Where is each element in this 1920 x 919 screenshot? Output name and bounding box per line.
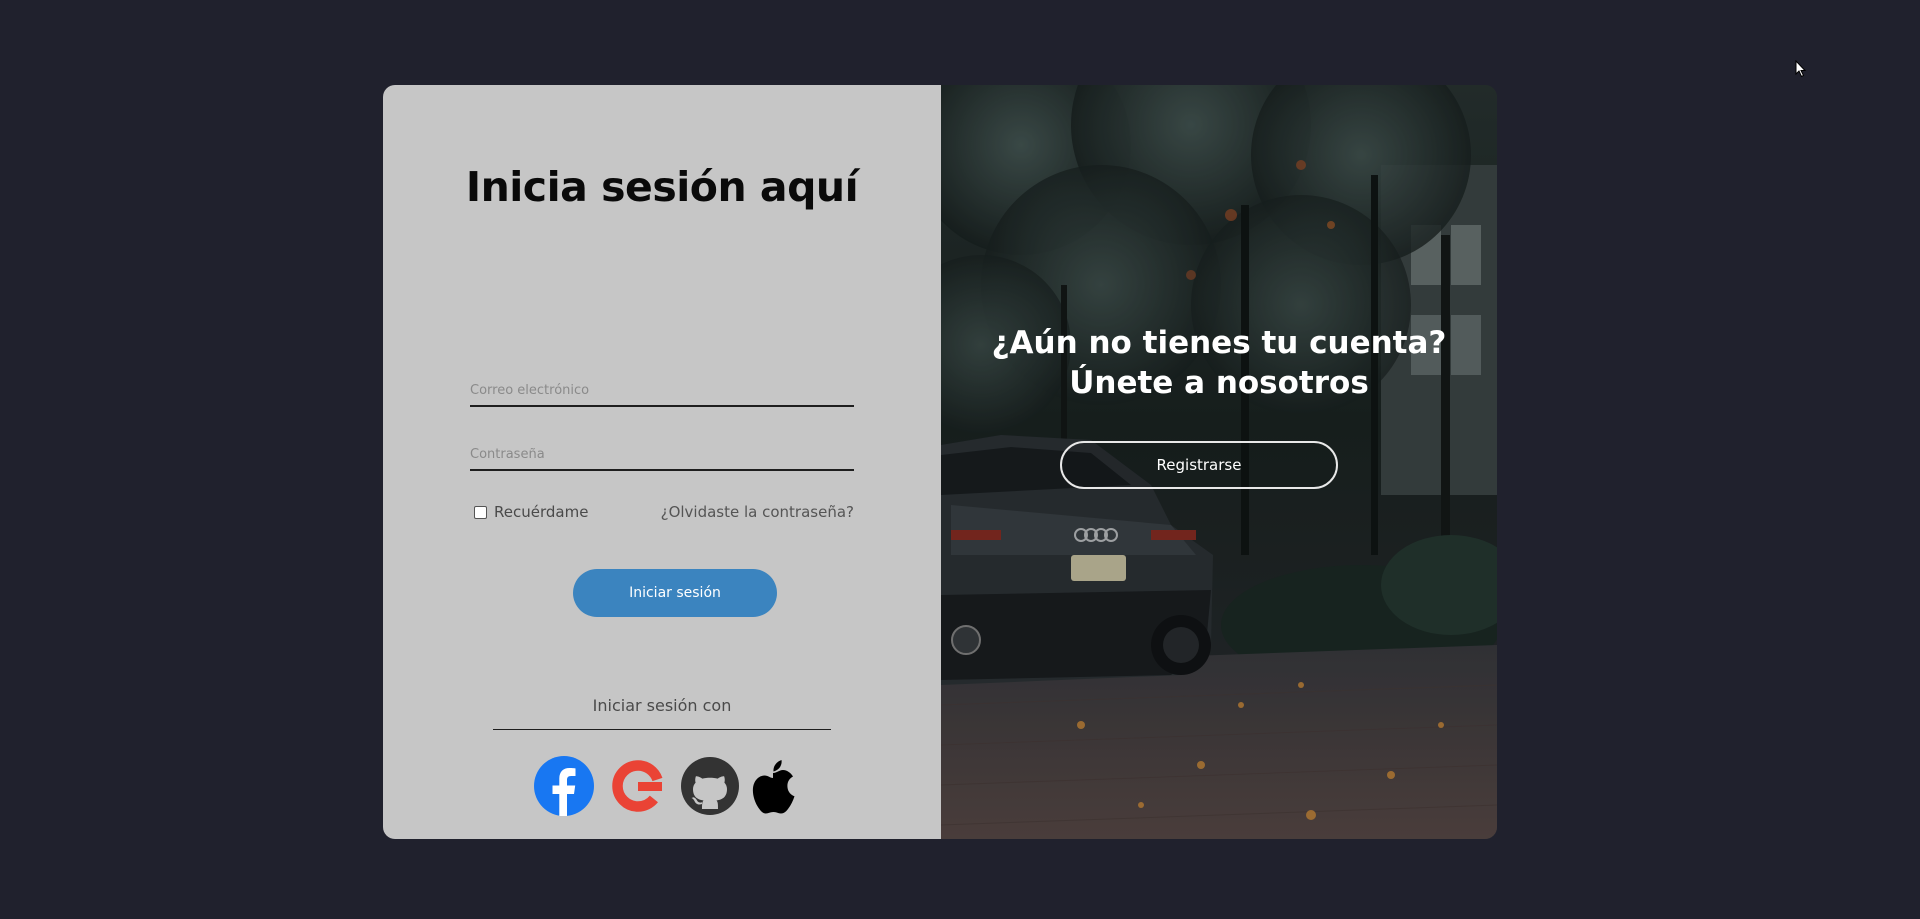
login-card: Inicia sesión aquí Recuérdame ¿Olvidaste… <box>383 85 1497 839</box>
remember-label: Recuérdame <box>494 503 589 521</box>
password-field[interactable] <box>470 439 854 471</box>
social-login-heading: Iniciar sesión con <box>592 696 732 715</box>
facebook-icon[interactable] <box>533 756 595 816</box>
apple-icon[interactable] <box>749 756 797 816</box>
signup-heading-line1: ¿Aún no tienes tu cuenta? <box>991 325 1447 361</box>
email-field[interactable] <box>470 375 854 407</box>
signup-heading: ¿Aún no tienes tu cuenta? Únete a nosotr… <box>959 323 1479 403</box>
signup-panel: ¿Aún no tienes tu cuenta? Únete a nosotr… <box>941 85 1497 839</box>
remember-me[interactable]: Recuérdame <box>474 503 588 521</box>
login-panel: Inicia sesión aquí Recuérdame ¿Olvidaste… <box>383 85 941 839</box>
github-icon[interactable] <box>679 756 741 816</box>
mouse-cursor-icon <box>1795 60 1807 78</box>
signup-button[interactable]: Registrarse <box>1060 441 1338 489</box>
google-icon[interactable] <box>607 756 669 816</box>
forgot-password-link[interactable]: ¿Olvidaste la contraseña? <box>661 503 854 521</box>
login-button[interactable]: Iniciar sesión <box>573 569 777 617</box>
remember-checkbox[interactable] <box>474 505 487 519</box>
signup-heading-line2: Únete a nosotros <box>1069 365 1369 401</box>
divider <box>493 729 831 730</box>
page-title: Inicia sesión aquí <box>465 163 859 211</box>
